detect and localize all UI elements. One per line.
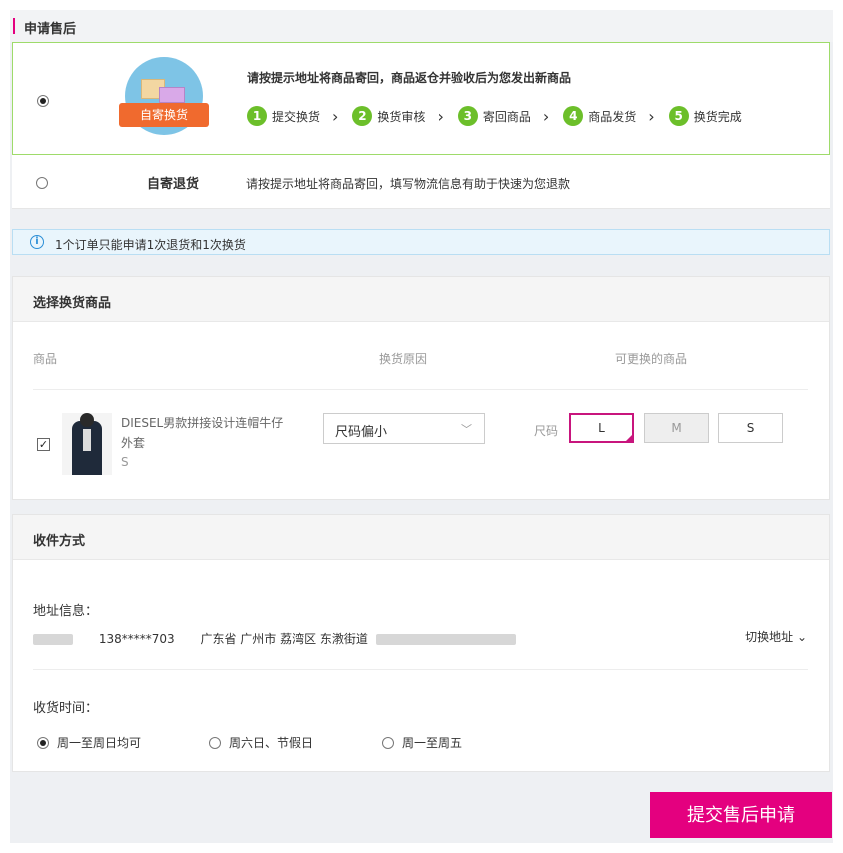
header-accent-bar	[13, 18, 15, 34]
receive-time-label: 收货时间：	[33, 701, 99, 716]
address-phone: 138*****703	[98, 632, 175, 646]
step-label: 寄回商品	[482, 109, 531, 124]
exchange-goods-section: 选择换货商品 商品 换货原因 可更换的商品 ✓ DIESEL男款拼接设计连帽牛仔…	[12, 276, 830, 500]
step-label: 提交换货	[272, 109, 321, 124]
time-option-label: 周六日、节假日	[229, 736, 314, 750]
time-option-label: 周一至周日均可	[57, 736, 142, 750]
exchange-description: 请按提示地址将商品寄回，商品返仓并验收后为您发出新商品	[247, 71, 572, 85]
step-5: 5 换货完成	[668, 106, 742, 126]
chevron-right-icon: ›	[332, 106, 339, 126]
return-description: 请按提示地址将商品寄回，填写物流信息有助于快速为您退款	[246, 177, 571, 191]
time-option-all-days[interactable]: 周一至周日均可	[37, 734, 141, 751]
section-header: 选择换货商品	[13, 277, 829, 322]
size-option-m[interactable]: M	[644, 413, 709, 443]
chevron-right-icon: ›	[648, 106, 655, 126]
exchange-radio[interactable]	[37, 95, 49, 107]
section-title: 选择换货商品	[33, 296, 112, 311]
submit-after-sale-button[interactable]: 提交售后申请	[650, 792, 832, 838]
switch-address-label: 切换地址	[745, 630, 794, 644]
switch-address-button[interactable]: 切换地址 ⌄	[745, 628, 807, 645]
info-icon: i	[30, 235, 44, 249]
time-radio[interactable]	[209, 736, 221, 749]
option-exchange[interactable]: 自寄换货 请按提示地址将商品寄回，商品返仓并验收后为您发出新商品 1 提交换货 …	[12, 42, 830, 155]
model-head	[80, 413, 94, 427]
step-number: 2	[352, 106, 373, 126]
step-3: 3 寄回商品	[457, 106, 531, 126]
chevron-down-icon: ⌄	[796, 630, 807, 644]
step-number: 3	[457, 106, 478, 126]
size-label: 尺码	[534, 424, 559, 438]
exchange-steps: 1 提交换货 › 2 换货审核 › 3 寄回商品 › 4 商品发货 › 5 换货…	[247, 105, 742, 127]
reason-select[interactable]: 尺码偏小 ﹀	[323, 413, 485, 444]
step-label: 商品发货	[588, 109, 637, 124]
address-line: 138*****703 广东省 广州市 荔湾区 东漖街道	[33, 630, 538, 647]
info-text: 1个订单只能申请1次退货和1次换货	[55, 238, 246, 252]
product-name: DIESEL男款拼接设计连帽牛仔外套	[121, 416, 284, 450]
step-2: 2 换货审核	[352, 106, 425, 126]
step-number: 1	[247, 106, 267, 126]
option-return[interactable]: 自寄退货 请按提示地址将商品寄回，填写物流信息有助于快速为您退款	[12, 155, 830, 209]
step-4: 4 商品发货	[563, 106, 636, 126]
step-label: 换货完成	[693, 109, 742, 124]
chevron-down-icon: ﹀	[461, 423, 472, 436]
chevron-right-icon: ›	[542, 106, 550, 126]
column-header-product: 商品	[33, 352, 58, 366]
step-1: 1 提交换货	[247, 106, 320, 126]
page-header: 申请售后	[10, 10, 833, 42]
step-label: 换货审核	[377, 109, 426, 124]
redacted-name	[33, 634, 73, 645]
redacted-address	[375, 634, 516, 645]
self-exchange-logo: 自寄换货	[119, 57, 209, 141]
section-title: 收件方式	[33, 534, 86, 549]
info-notice: i 1个订单只能申请1次退货和1次换货	[12, 229, 830, 255]
divider	[33, 669, 808, 670]
product-size: S	[121, 455, 129, 469]
size-option-l[interactable]: L	[569, 413, 634, 443]
time-option-weekends[interactable]: 周六日、节假日	[209, 734, 313, 751]
section-header: 收件方式	[13, 515, 829, 560]
divider	[33, 389, 808, 390]
truck-icon	[159, 87, 185, 103]
column-header-exchangeable: 可更换的商品	[615, 352, 688, 366]
column-header-reason: 换货原因	[379, 352, 428, 366]
time-radio[interactable]	[382, 736, 394, 749]
after-sale-page: 申请售后 自寄换货 请按提示地址将商品寄回，商品返仓并验收后为您发出新商品 1 …	[10, 10, 833, 843]
product-thumbnail	[62, 413, 112, 475]
step-number: 4	[563, 106, 584, 126]
step-number: 5	[668, 106, 689, 126]
product-checkbox[interactable]: ✓	[37, 438, 50, 451]
return-label: 自寄退货	[147, 177, 200, 192]
time-option-weekdays[interactable]: 周一至周五	[382, 734, 462, 751]
reason-value: 尺码偏小	[335, 425, 388, 440]
receive-method-section: 收件方式 地址信息： 138*****703 广东省 广州市 荔湾区 东漖街道 …	[12, 514, 830, 772]
time-radio[interactable]	[37, 736, 49, 749]
address-text: 广东省 广州市 荔湾区 东漖街道	[200, 632, 368, 646]
logo-ribbon: 自寄换货	[119, 103, 209, 127]
address-label: 地址信息：	[33, 604, 99, 619]
page-title: 申请售后	[24, 22, 77, 37]
model-shirt	[83, 429, 91, 451]
time-option-label: 周一至周五	[402, 736, 463, 750]
size-option-s[interactable]: S	[718, 413, 783, 443]
return-radio[interactable]	[36, 177, 48, 189]
chevron-right-icon: ›	[437, 106, 444, 126]
